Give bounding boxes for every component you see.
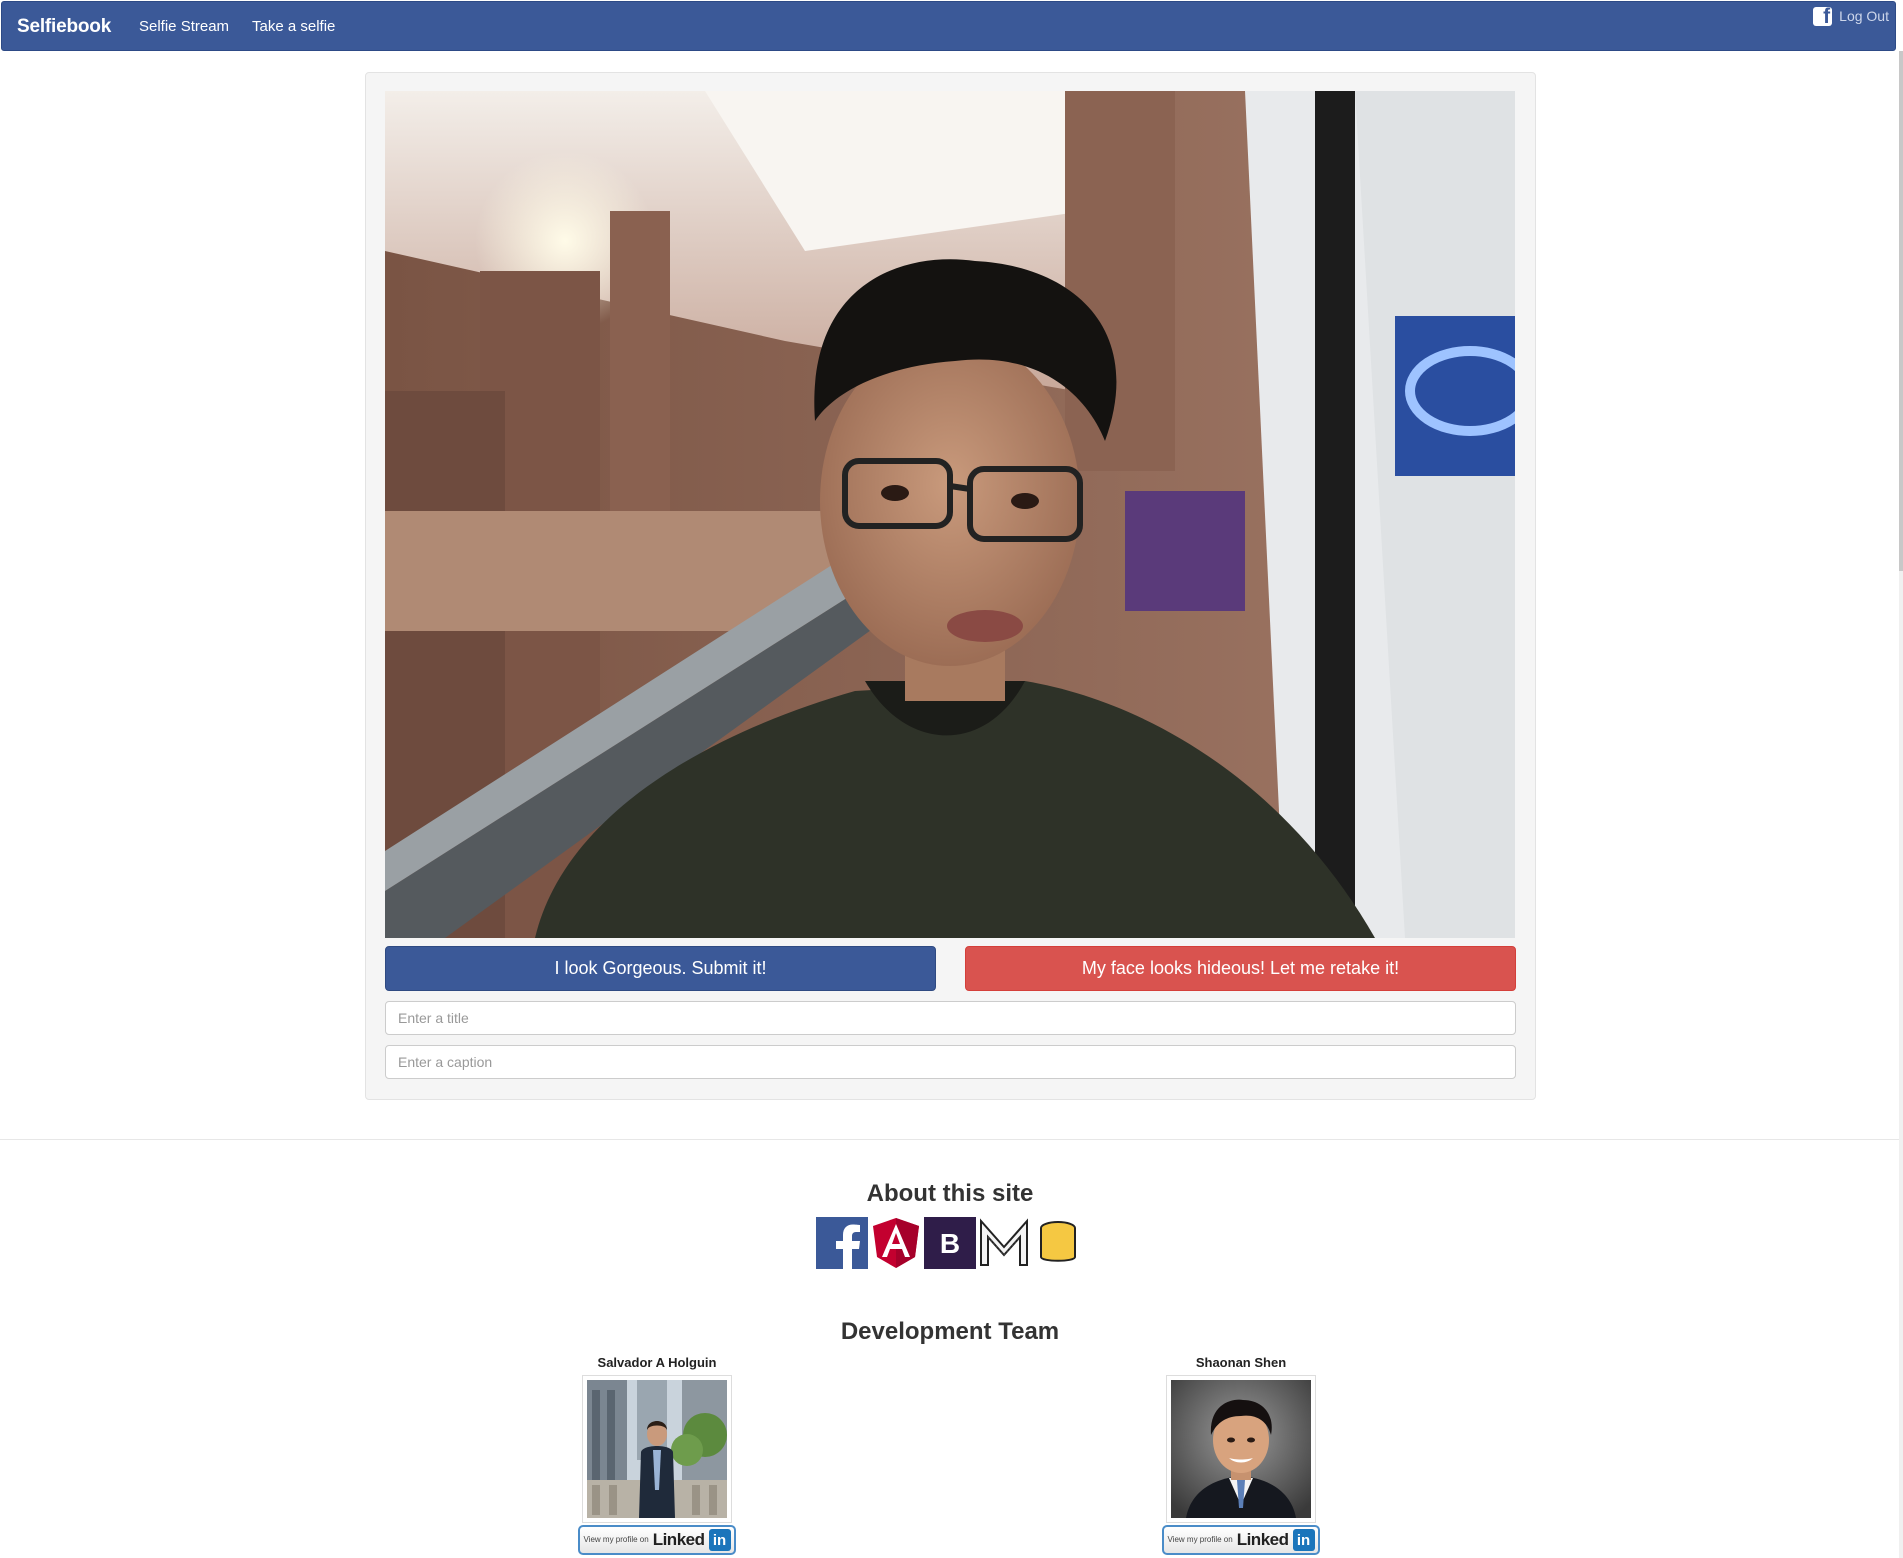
- submit-selfie-button[interactable]: I look Gorgeous. Submit it!: [385, 946, 936, 991]
- angular-logo-icon: [873, 1218, 919, 1268]
- facebook-icon: f: [1813, 6, 1833, 26]
- linkedin-badge-caption: View my profile on: [1167, 1535, 1233, 1544]
- tech-logos: B: [816, 1217, 1084, 1269]
- team-heading: Development Team: [840, 1318, 1060, 1345]
- svg-text:B: B: [940, 1228, 960, 1259]
- team-member-salvador: Salvador A Holguin View my profile on Li…: [577, 1355, 737, 1555]
- linkedin-icon: in: [1292, 1529, 1315, 1551]
- member-photo: [582, 1375, 732, 1523]
- team-member-shaonan: Shaonan Shen View my profile on Linked i…: [1161, 1355, 1321, 1555]
- database-logo-icon: [1040, 1221, 1076, 1262]
- about-heading: About this site: [866, 1180, 1034, 1207]
- selfie-capture-card: I look Gorgeous. Submit it! My face look…: [365, 72, 1536, 1100]
- mean-logo-icon: [978, 1217, 1030, 1269]
- linkedin-badge-text: Linked: [652, 1530, 705, 1549]
- linkedin-badge-text: Linked: [1236, 1530, 1289, 1549]
- linkedin-profile-button[interactable]: View my profile on Linked in: [578, 1525, 736, 1555]
- linkedin-profile-button[interactable]: View my profile on Linked in: [1162, 1525, 1320, 1555]
- retake-selfie-button[interactable]: My face looks hideous! Let me retake it!: [965, 946, 1516, 991]
- top-navbar: Selfiebook Selfie Stream Take a selfie f…: [1, 1, 1896, 51]
- member-name: Shaonan Shen: [1195, 1355, 1287, 1370]
- page-scrollbar-thumb[interactable]: [1899, 51, 1903, 571]
- member-name: Salvador A Holguin: [597, 1355, 717, 1370]
- nav-selfie-stream[interactable]: Selfie Stream: [139, 18, 229, 35]
- linkedin-badge-caption: View my profile on: [583, 1535, 649, 1544]
- logout-label: Log Out: [1839, 8, 1889, 24]
- linkedin-icon: in: [708, 1529, 731, 1551]
- webcam-photo: [385, 91, 1515, 938]
- facebook-logo-icon: [816, 1217, 868, 1269]
- bootstrap-logo-icon: B: [924, 1217, 976, 1269]
- member-photo: [1166, 1375, 1316, 1523]
- brand-link[interactable]: Selfiebook: [17, 16, 111, 38]
- title-input[interactable]: [385, 1001, 1516, 1035]
- logout-button[interactable]: f Log Out: [1813, 5, 1889, 27]
- nav-take-selfie[interactable]: Take a selfie: [252, 18, 335, 35]
- caption-input[interactable]: [385, 1045, 1516, 1079]
- footer-divider: [0, 1139, 1903, 1140]
